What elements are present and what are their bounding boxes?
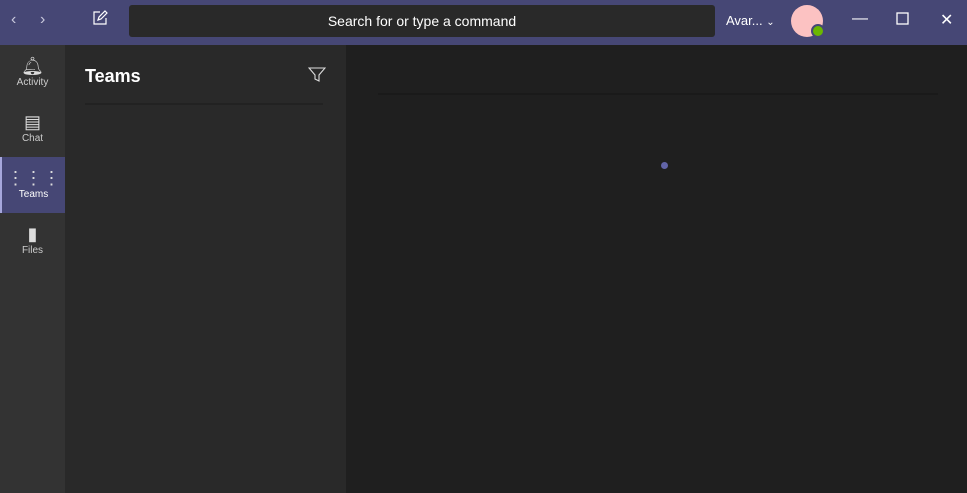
file-icon: ▮ xyxy=(27,224,38,244)
divider xyxy=(85,103,323,105)
status-available-icon xyxy=(811,24,825,38)
maximize-button[interactable] xyxy=(896,12,909,30)
minimize-button[interactable]: — xyxy=(852,10,868,28)
teams-panel: Teams xyxy=(65,45,346,493)
rail-label: Teams xyxy=(18,189,49,200)
chat-icon: ▤ xyxy=(23,112,41,132)
rail-item-activity[interactable]: 🔔︎ Activity xyxy=(0,45,65,101)
compose-icon[interactable] xyxy=(92,10,108,31)
rail-item-files[interactable]: ▮ Files xyxy=(0,213,65,269)
rail-label: Chat xyxy=(21,133,44,144)
app-rail: 🔔︎ Activity ▤ Chat ⋮⋮⋮ Teams ▮ Files xyxy=(0,45,65,493)
divider xyxy=(378,93,938,95)
forward-icon[interactable]: › xyxy=(40,11,45,29)
chevron-down-icon: ⌄ xyxy=(766,17,775,28)
back-icon[interactable]: ‹ xyxy=(11,11,16,29)
rail-item-teams[interactable]: ⋮⋮⋮ Teams xyxy=(0,157,65,213)
bell-icon: 🔔︎ xyxy=(21,56,44,76)
rail-item-chat[interactable]: ▤ Chat xyxy=(0,101,65,157)
org-name: Avar... xyxy=(726,13,763,28)
filter-icon[interactable] xyxy=(307,67,327,88)
close-button[interactable]: ✕ xyxy=(940,10,953,30)
rail-label: Activity xyxy=(16,77,49,88)
title-bar: ‹ › Search for or type a command Avar...… xyxy=(0,0,967,45)
rail-label: Files xyxy=(21,245,44,256)
org-switcher[interactable]: Avar... ⌄ xyxy=(726,13,775,28)
loading-spinner xyxy=(661,162,668,169)
teams-icon: ⋮⋮⋮ xyxy=(6,168,61,188)
panel-title: Teams xyxy=(85,66,141,86)
search-input[interactable]: Search for or type a command xyxy=(129,5,715,37)
